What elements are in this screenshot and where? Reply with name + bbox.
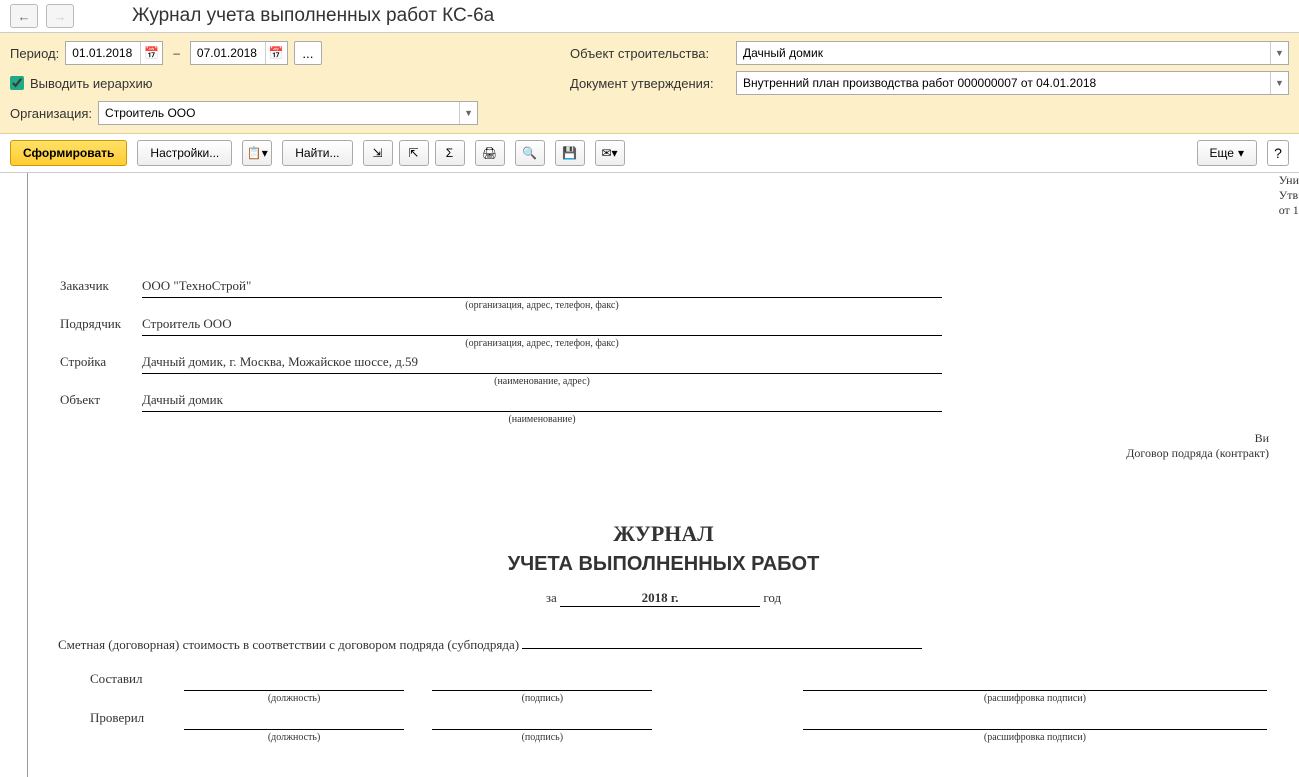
sig-signature xyxy=(432,667,652,691)
year-prefix: за xyxy=(546,590,557,605)
chevron-down-icon[interactable]: ▼ xyxy=(1270,42,1288,64)
chevron-down-icon[interactable]: ▼ xyxy=(1270,72,1288,94)
org-label: Организация: xyxy=(10,106,92,121)
smet-text: Сметная (договорная) стоимость в соответ… xyxy=(58,637,519,652)
find-button[interactable]: Найти... xyxy=(282,140,352,166)
right-meta: Ви Договор подряда (контракт) xyxy=(58,431,1269,461)
hierarchy-checkbox[interactable] xyxy=(10,76,24,90)
sig-fullname xyxy=(803,706,1267,730)
approval-input[interactable] xyxy=(737,74,1270,92)
smet-row: Сметная (договорная) стоимость в соответ… xyxy=(58,637,1269,653)
help-button[interactable]: ? xyxy=(1267,140,1289,166)
hint: (подпись) xyxy=(432,732,652,743)
hint: (расшифровка подписи) xyxy=(803,732,1267,743)
chevron-down-icon[interactable]: ▼ xyxy=(459,102,477,124)
site-label: Стройка xyxy=(60,351,140,374)
document-area: Уни Утв от 1 Заказчик ООО "ТехноСтрой" (… xyxy=(0,173,1299,777)
customer-label: Заказчик xyxy=(60,275,140,298)
preview-button[interactable]: 🔍 xyxy=(515,140,545,166)
nav-forward-button[interactable]: → xyxy=(46,4,74,28)
hint: (наименование) xyxy=(142,414,942,425)
hint: (должность) xyxy=(184,693,404,704)
date-to-wrap: 📅 xyxy=(190,41,288,65)
rt-line: от 1 xyxy=(1279,203,1299,218)
title-line2: УЧЕТА ВЫПОЛНЕННЫХ РАБОТ xyxy=(58,553,1269,576)
approval-label: Документ утверждения: xyxy=(570,76,730,91)
hint: (организация, адрес, телефон, факс) xyxy=(142,300,942,311)
sig-fullname xyxy=(803,667,1267,691)
object-label: Объект строительства: xyxy=(570,46,730,61)
settings-button[interactable]: Настройки... xyxy=(137,140,232,166)
hint: (должность) xyxy=(184,732,404,743)
obj-value: Дачный домик xyxy=(142,389,942,412)
year-row: за 2018 г. год xyxy=(58,590,1269,607)
site-value: Дачный домик, г. Москва, Можайское шоссе… xyxy=(142,351,942,374)
print-button[interactable]: 🖨 xyxy=(475,140,505,166)
filter-panel: Период: 📅 – 📅 ... Объект строительства: … xyxy=(0,33,1299,134)
obj-label: Объект xyxy=(60,389,140,412)
hint: (подпись) xyxy=(432,693,652,704)
more-button[interactable]: Еще ▾ xyxy=(1197,140,1257,166)
contractor-label: Подрядчик xyxy=(60,313,140,336)
right-vi: Ви xyxy=(58,431,1269,446)
calendar-icon[interactable]: 📅 xyxy=(140,42,162,64)
variants-button[interactable]: 📋▾ xyxy=(242,140,272,166)
approval-select: ▼ xyxy=(736,71,1289,95)
contractor-value: Строитель ООО xyxy=(142,313,942,336)
org-select: ▼ xyxy=(98,101,478,125)
period-more-button[interactable]: ... xyxy=(294,41,322,65)
more-label: Еще xyxy=(1210,146,1234,160)
object-input[interactable] xyxy=(737,44,1270,62)
hint: (расшифровка подписи) xyxy=(803,693,1267,704)
info-table: Заказчик ООО "ТехноСтрой" (организация, … xyxy=(58,273,944,427)
year-value: 2018 г. xyxy=(560,590,760,607)
date-from-wrap: 📅 xyxy=(65,41,163,65)
right-contract: Договор подряда (контракт) xyxy=(58,446,1269,461)
customer-value: ООО "ТехноСтрой" xyxy=(142,275,942,298)
sig-table: Составил (должность) (подпись) (расшифро… xyxy=(58,665,1269,745)
collapse-groups-button[interactable]: ⇱ xyxy=(399,140,429,166)
page-title: Журнал учета выполненных работ КС-6а xyxy=(132,5,494,27)
compiled-label: Составил xyxy=(60,667,182,691)
hint: (организация, адрес, телефон, факс) xyxy=(142,338,942,349)
save-button[interactable]: 💾 xyxy=(555,140,585,166)
sig-signature xyxy=(432,706,652,730)
org-input[interactable] xyxy=(99,104,459,122)
title-line1: ЖУРНАЛ xyxy=(58,521,1269,547)
expand-groups-button[interactable]: ⇲ xyxy=(363,140,393,166)
hierarchy-label: Выводить иерархию xyxy=(30,76,152,91)
year-suffix: год xyxy=(763,590,781,605)
object-select: ▼ xyxy=(736,41,1289,65)
top-right-meta: Уни Утв от 1 xyxy=(1279,173,1299,218)
period-label: Период: xyxy=(10,46,59,61)
rt-line: Утв xyxy=(1279,188,1299,203)
doc-content: Уни Утв от 1 Заказчик ООО "ТехноСтрой" (… xyxy=(28,173,1299,777)
date-to-input[interactable] xyxy=(191,44,265,62)
checked-label: Проверил xyxy=(60,706,182,730)
email-button[interactable]: ✉▾ xyxy=(595,140,625,166)
sig-position xyxy=(184,667,404,691)
date-from-input[interactable] xyxy=(66,44,140,62)
smet-line xyxy=(522,648,922,649)
generate-button[interactable]: Сформировать xyxy=(10,140,127,166)
toolbar: Сформировать Настройки... 📋▾ Найти... ⇲ … xyxy=(0,134,1299,173)
doc-title: ЖУРНАЛ УЧЕТА ВЫПОЛНЕННЫХ РАБОТ xyxy=(58,521,1269,576)
date-dash: – xyxy=(173,46,180,60)
hint: (наименование, адрес) xyxy=(142,376,942,387)
rt-line: Уни xyxy=(1279,173,1299,188)
nav-back-button[interactable]: ← xyxy=(10,4,38,28)
sum-button[interactable]: Σ xyxy=(435,140,465,166)
topbar: ← → Журнал учета выполненных работ КС-6а xyxy=(0,0,1299,33)
sig-position xyxy=(184,706,404,730)
doc-margin xyxy=(0,173,28,777)
calendar-icon[interactable]: 📅 xyxy=(265,42,287,64)
